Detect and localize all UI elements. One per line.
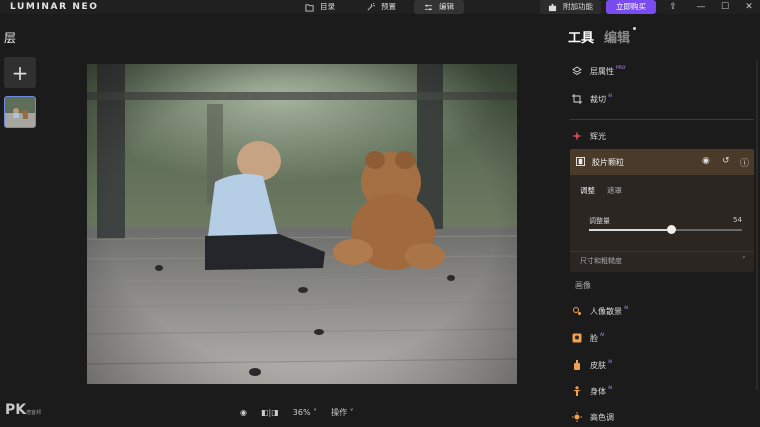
amount-label: 调整量 xyxy=(589,217,610,225)
tab-edit[interactable]: 编辑 xyxy=(604,27,630,46)
sliders-icon xyxy=(424,4,433,10)
bottom-toolbar: ◉ ◧|◨ 36% ˅ 操作 ˅ xyxy=(240,404,354,420)
body-figure-icon xyxy=(573,386,581,396)
tool-label: 高色调 xyxy=(590,412,614,422)
tool-label: 辉光 xyxy=(590,131,606,141)
tool-crop[interactable]: 裁切 AI xyxy=(572,89,612,109)
high-key-icon xyxy=(572,412,582,422)
tool-label: 皮肤 xyxy=(590,360,606,370)
folder-icon xyxy=(305,3,314,12)
addons-button[interactable]: 附加功能 xyxy=(540,0,601,14)
share-icon[interactable]: ⇪ xyxy=(662,0,684,14)
addons-label: 附加功能 xyxy=(563,2,593,11)
edit-label: 编辑 xyxy=(439,2,454,11)
presets-button[interactable]: 预置 xyxy=(356,0,406,14)
tool-label: 身体 xyxy=(590,386,606,396)
ai-tag: AI xyxy=(608,93,613,99)
reset-icon[interactable]: ↺ xyxy=(722,156,733,167)
panel-scrollbar[interactable] xyxy=(756,60,758,390)
compare-icon[interactable]: ◧|◨ xyxy=(261,408,279,417)
catalog-button[interactable]: 目录 xyxy=(295,0,345,14)
photo-canvas[interactable] xyxy=(87,64,517,384)
amount-value: 54 xyxy=(733,216,742,224)
sparkle-icon xyxy=(572,131,582,141)
portrait-section-title: 画像 xyxy=(575,281,591,290)
portrait-bokeh-icon xyxy=(573,307,581,315)
close-icon[interactable]: ✕ xyxy=(738,0,760,14)
pro-tag: PRO xyxy=(616,65,626,71)
visibility-eye-icon[interactable]: ◉ xyxy=(702,156,713,167)
divider xyxy=(570,119,754,120)
watermark: PK痞客邦 xyxy=(5,402,42,418)
plus-icon: + xyxy=(11,60,29,85)
tab-tools[interactable]: 工具 xyxy=(568,27,594,46)
sub-tab-adjust[interactable]: 调整 xyxy=(580,185,595,196)
ai-tag: AI xyxy=(600,332,605,338)
tool-label: 裁切 xyxy=(590,94,606,104)
layer-thumbnail[interactable] xyxy=(4,96,36,128)
ai-tag: AI xyxy=(624,305,629,311)
tool-label: 脸 xyxy=(590,333,598,343)
eye-icon[interactable]: ◉ xyxy=(240,408,247,417)
film-icon xyxy=(576,157,585,166)
skin-bottle-icon xyxy=(574,360,580,370)
magic-wand-icon xyxy=(367,2,375,11)
divider xyxy=(570,251,754,252)
photo-image xyxy=(87,64,517,384)
tab-indicator-dot xyxy=(633,27,636,30)
zoom-level[interactable]: 36% ˅ xyxy=(293,408,317,417)
crop-icon xyxy=(572,94,582,104)
catalog-label: 目录 xyxy=(320,2,335,11)
add-layer-button[interactable]: + xyxy=(4,57,36,88)
tool-label: 人像散景 xyxy=(590,306,622,316)
tool-skin[interactable]: 皮肤 AI xyxy=(572,355,612,375)
minimize-icon[interactable]: — xyxy=(690,0,712,14)
ai-tag: AI xyxy=(608,359,613,365)
ai-tag: AI xyxy=(608,385,613,391)
edit-button[interactable]: 编辑 xyxy=(414,0,464,14)
sub-tab-mask[interactable]: 遮罩 xyxy=(607,185,622,196)
film-grain-title: 胶片颗粒 xyxy=(592,158,624,167)
layers-title: 层 xyxy=(4,31,17,45)
amount-slider-fill xyxy=(589,229,672,231)
tool-face[interactable]: 脸 AI xyxy=(572,328,604,348)
tool-high-key[interactable]: 高色调 xyxy=(572,407,614,427)
chevron-down-icon[interactable]: ˅ xyxy=(742,256,746,264)
info-icon[interactable]: ⓘ xyxy=(740,156,751,169)
layer-thumbnail-image xyxy=(5,97,35,127)
buy-now-button[interactable]: 立即购买 xyxy=(606,0,656,14)
face-icon xyxy=(572,333,582,343)
app-logo: LUMINAR NEO xyxy=(10,2,99,12)
actions-menu[interactable]: 操作 ˅ xyxy=(331,407,354,418)
maximize-icon[interactable]: ☐ xyxy=(714,0,736,14)
tool-label: 层属性 xyxy=(590,66,614,76)
presets-label: 预置 xyxy=(381,2,396,11)
layers-icon xyxy=(572,66,582,76)
tool-layer-properties[interactable]: 层属性 PRO xyxy=(572,61,625,81)
tool-body[interactable]: 身体 AI xyxy=(572,381,612,401)
tool-glow[interactable]: 辉光 xyxy=(572,126,606,146)
size-roughness-section[interactable]: 尺寸和粗糙度 xyxy=(580,256,622,266)
puzzle-icon xyxy=(548,3,557,11)
tool-portrait-bokeh[interactable]: 人像散景 AI xyxy=(572,301,628,321)
